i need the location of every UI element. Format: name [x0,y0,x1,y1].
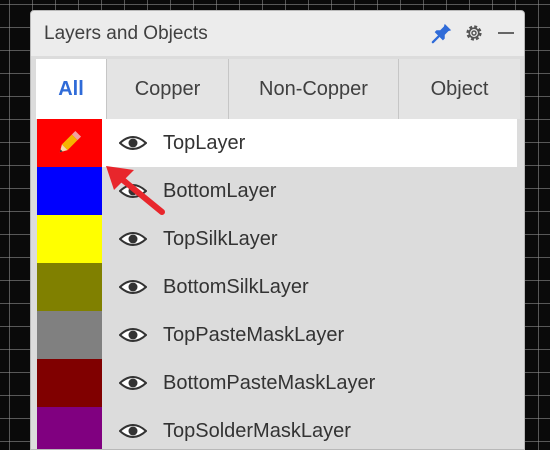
pencil-icon [55,129,83,162]
layer-color-swatch[interactable] [37,215,102,263]
layer-name: BottomSilkLayer [163,275,309,298]
layer-color-swatch[interactable] [37,407,102,449]
layer-name: BottomLayer [163,179,277,202]
eye-icon[interactable] [119,229,149,249]
layer-name: TopSilkLayer [163,227,278,250]
layer-row-topsoldermasklayer[interactable]: TopSolderMaskLayer [37,407,517,449]
layer-color-swatch[interactable] [37,119,102,167]
pin-icon[interactable] [430,21,454,45]
gear-icon[interactable] [462,21,486,45]
layer-filter-tabs: All Copper Non-Copper Object [36,59,520,119]
layers-and-objects-panel: Layers and Objects All Copper Non-Copper… [30,10,525,450]
eye-icon[interactable] [119,277,149,297]
layer-row-topsilklayer[interactable]: TopSilkLayer [37,215,517,263]
panel-titlebar[interactable]: Layers and Objects [31,11,524,56]
eye-icon[interactable] [119,133,149,153]
layer-name: TopPasteMaskLayer [163,323,345,346]
minimize-icon[interactable] [494,21,518,45]
layer-name: TopLayer [163,131,246,154]
eye-icon[interactable] [119,325,149,345]
tab-all[interactable]: All [36,59,107,119]
layer-name: TopSolderMaskLayer [163,419,351,442]
tab-copper[interactable]: Copper [107,59,229,119]
tab-non-copper[interactable]: Non-Copper [229,59,399,119]
panel-title: Layers and Objects [44,23,208,44]
eye-icon[interactable] [119,421,149,441]
tab-object[interactable]: Object [399,59,520,119]
layer-color-swatch[interactable] [37,359,102,407]
annotation-arrow-icon [106,166,165,215]
layer-name: BottomPasteMaskLayer [163,371,376,394]
layer-row-bottomsilklayer[interactable]: BottomSilkLayer [37,263,517,311]
layer-row-bottompastemasklayer[interactable]: BottomPasteMaskLayer [37,359,517,407]
eye-icon[interactable] [119,373,149,393]
layer-color-swatch[interactable] [37,311,102,359]
layer-color-swatch[interactable] [37,263,102,311]
layer-color-swatch[interactable] [37,167,102,215]
layer-row-toppastemasklayer[interactable]: TopPasteMaskLayer [37,311,517,359]
